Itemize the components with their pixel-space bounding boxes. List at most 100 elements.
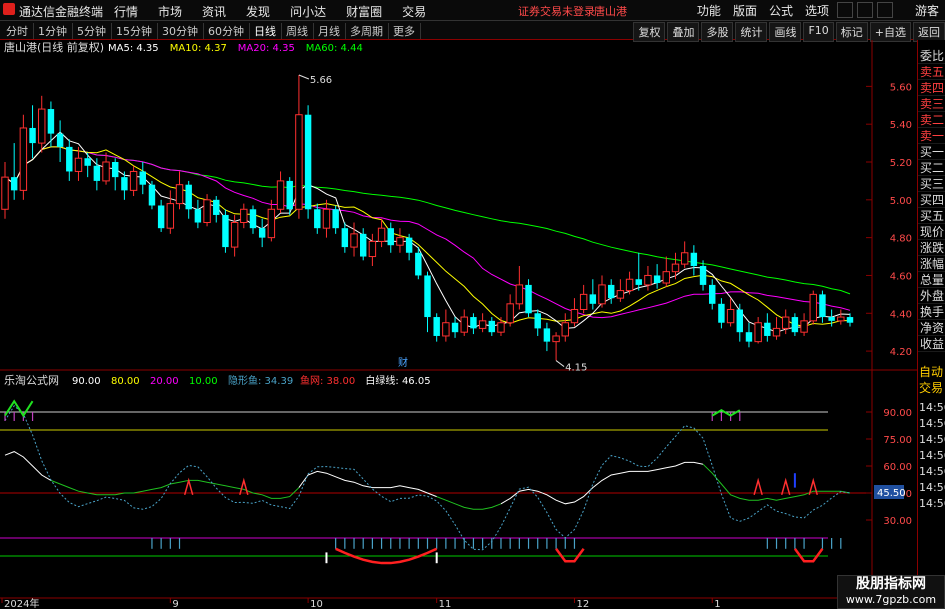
period-tab[interactable]: 多周期 — [350, 23, 389, 39]
period-tab[interactable]: 分时 — [6, 23, 34, 39]
candle-body-up — [276, 180, 285, 210]
menu-item[interactable]: 市场 — [148, 3, 192, 20]
candle-body-down — [433, 317, 440, 336]
candle-body-down — [332, 209, 339, 229]
candle-body-up — [680, 252, 689, 265]
period-tab[interactable]: 1分钟 — [38, 23, 73, 39]
candle-body-down — [718, 303, 725, 323]
ma-legend-label: MA20: 4.35 — [238, 43, 295, 54]
candle-body-up — [230, 222, 239, 248]
auto-trade-label-2: 交易 — [919, 381, 944, 395]
toolbar-action-button[interactable]: +自选 — [869, 22, 911, 42]
toolbar-action-button[interactable]: 统计 — [735, 22, 768, 42]
toolbar-action-button[interactable]: 叠加 — [667, 22, 700, 42]
toolbar-action-button[interactable]: 返回 — [913, 22, 945, 42]
menu-item[interactable]: 行情 — [104, 3, 148, 20]
indicator-tick-label: 60.00 — [883, 462, 912, 473]
watermark-url: www.7gpzb.com — [845, 593, 937, 606]
period-tab[interactable]: 更多 — [393, 23, 421, 39]
toolbar-action-button[interactable]: 复权 — [633, 22, 666, 42]
candle-body-down — [10, 177, 18, 191]
candle-body-up — [460, 316, 468, 333]
green-line-segment — [702, 463, 851, 501]
candle-body-down — [66, 146, 73, 172]
app-title: 通达信金融终端 — [19, 5, 104, 19]
quote-field-label: 外盘 — [918, 289, 945, 304]
x-axis-label: 10 — [310, 599, 323, 609]
toolbar-action-button[interactable]: F10 — [803, 22, 834, 42]
window-button-icon[interactable] — [836, 2, 853, 18]
watermark-logo: 股朋指标网 www.7gpzb.com — [837, 575, 945, 609]
candle-body-up — [552, 335, 560, 343]
candle-body-down — [387, 228, 394, 246]
menu-item[interactable]: 发现 — [236, 3, 280, 20]
x-axis-label: 1 — [714, 599, 720, 609]
price-tick-label: 4.60 — [890, 271, 912, 282]
period-tab[interactable]: 月线 — [318, 23, 346, 39]
candle-body-down — [653, 275, 661, 284]
period-tab[interactable]: 60分钟 — [208, 23, 250, 39]
chart-toolbar: 分时 1分钟 5分钟 15分钟 30分钟 60分钟 日线 周线 月线 多周期 更多 复权 叠加 多股 统计… — [0, 21, 945, 42]
menu-function[interactable]: 功能 — [691, 2, 727, 19]
candle-body-down — [405, 237, 413, 253]
x-axis-label: 12 — [576, 599, 589, 609]
menu-layout[interactable]: 版面 — [727, 2, 763, 19]
toolbar-action-button[interactable]: 标记 — [835, 22, 868, 42]
menu-item[interactable]: 问小达 — [280, 3, 336, 20]
trade-time: 14:56 — [919, 433, 945, 446]
indicator-param-label: 白绿线: 46.05 — [365, 374, 430, 387]
period-tab[interactable]: 15分钟 — [116, 23, 158, 39]
candle-body-up — [350, 233, 358, 248]
price-tick-label: 4.40 — [890, 309, 912, 320]
high-marker-line — [298, 74, 310, 80]
menu-formula[interactable]: 公式 — [763, 2, 799, 19]
chart-area[interactable]: 唐山港(日线 前复权) MA5: 4.35 MA10: 4.37 MA20: 4.35… — [0, 40, 917, 609]
candle-body-down — [846, 317, 854, 323]
toolbar-action-button[interactable]: 多股 — [701, 22, 734, 42]
minimize-icon[interactable] — [856, 2, 873, 18]
menu-item[interactable]: 交易 — [392, 3, 436, 20]
candle-body-down — [534, 313, 541, 329]
price-tick-label: 5.60 — [890, 82, 912, 93]
maximize-icon[interactable] — [876, 2, 893, 18]
candle-body-up — [478, 320, 487, 329]
quote-field-label: 买二 — [918, 161, 945, 176]
quote-field-label: 买五 — [918, 209, 945, 224]
candle-body-down — [745, 332, 753, 342]
trade-time: 14:56 — [919, 481, 945, 494]
high-price-label: 5.66 — [310, 75, 332, 86]
candle-body-up — [506, 303, 514, 324]
candle-body-up — [662, 271, 671, 284]
toolbar-action-button[interactable]: 画线 — [769, 22, 802, 42]
period-tab[interactable]: 30分钟 — [162, 23, 204, 39]
candle-body-down — [543, 328, 551, 342]
candle-body-down — [47, 109, 55, 134]
watermark-title: 股朋指标网 — [856, 576, 926, 592]
candle-body-up — [837, 316, 845, 322]
menu-bar: 通达信金融终端 行情 市场 资讯 发现 问小达 财富圈 交易 证券交易未登录 唐山港 功能 … — [0, 0, 945, 21]
green-line-segment — [436, 496, 502, 510]
login-notice[interactable]: 证券交易未登录 — [518, 3, 595, 19]
menu-item[interactable]: 财富圈 — [336, 3, 392, 20]
candle-body-up — [74, 157, 83, 172]
x-axis-label: 2024年 — [4, 597, 39, 609]
guest-label[interactable]: 游客 — [909, 2, 945, 19]
bottom-signal-curve — [555, 548, 585, 563]
candle-body-down — [488, 320, 496, 333]
menu-item[interactable]: 资讯 — [192, 3, 236, 20]
period-tab[interactable]: 周线 — [286, 23, 314, 39]
period-tab[interactable]: 5分钟 — [77, 23, 112, 39]
candle-body-down — [84, 158, 91, 166]
candle-body-up — [267, 208, 276, 239]
candle-body-up — [561, 322, 569, 337]
candle-body-down — [148, 184, 156, 206]
price-tick-label: 4.20 — [890, 347, 912, 358]
ma-legend-label: MA5: 4.35 — [108, 43, 159, 54]
period-tab[interactable]: 日线 — [254, 23, 282, 39]
price-tick-label: 4.80 — [890, 234, 912, 245]
candle-body-down — [699, 266, 707, 285]
menu-options[interactable]: 选项 — [799, 2, 835, 19]
candle-body-down — [29, 127, 36, 144]
auto-trade-button[interactable]: 自动 交易 — [918, 364, 945, 396]
finance-marker: 财 — [398, 356, 408, 369]
